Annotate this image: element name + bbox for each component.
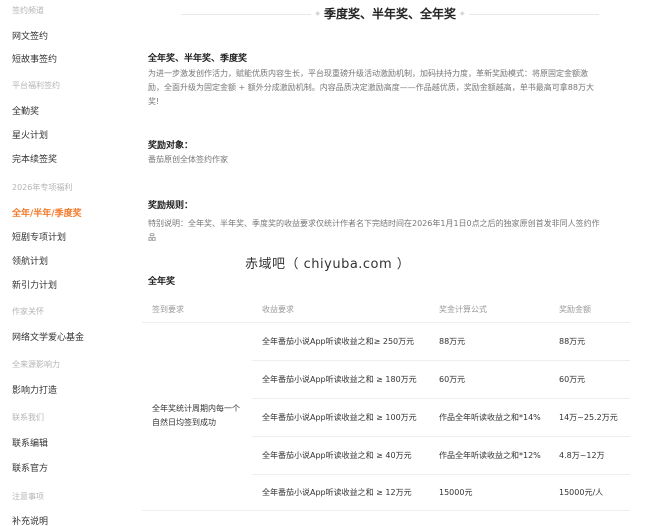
page-title: 季度奖、半年奖、全年奖 <box>323 6 456 21</box>
formula-cell: 作品全年听读收益之和*12% <box>429 436 549 475</box>
title-divider-right <box>468 13 599 15</box>
sidebar-item-pilot-plan[interactable]: 领航计划 <box>12 254 48 267</box>
revenue-requirement-cell: 全年番茄小说App听读收益之和≥ 250万元 <box>252 322 429 361</box>
sidebar-item-new-gravity-plan[interactable]: 新引力计划 <box>12 278 57 291</box>
section-description-line: 奖! <box>148 97 160 106</box>
sidebar-group-contact: 联系我们 <box>12 413 44 422</box>
section-title-rules: 奖励规则： <box>148 201 194 211</box>
page-title-bar: ◆ 季度奖、半年奖、全年奖 ◆ <box>140 0 640 26</box>
sidebar-item-annual-award[interactable]: 全年/半年/季度奖 <box>12 206 82 219</box>
section-title-target: 奖励对象： <box>148 141 194 151</box>
sidebar-item-supplementary-notes[interactable]: 补充说明 <box>12 514 48 526</box>
amount-cell: 60万元 <box>549 360 630 399</box>
sidebar-item-short-story-signing[interactable]: 短故事签约 <box>12 52 57 65</box>
revenue-requirement-cell: 全年番茄小说App听读收益之和 ≥ 180万元 <box>252 360 429 399</box>
column-header-revenue: 收益要求 <box>252 298 429 323</box>
sidebar-item-charity-fund[interactable]: 网络文学爱心基金 <box>12 330 84 343</box>
checkin-requirement-line: 全年奖统计周期内每一个 <box>152 404 240 413</box>
section-description-line: 为进一步激发创作活力，赋能优质内容生长，平台现重磅升级活动激励机制，加码扶持力度… <box>148 69 588 78</box>
sidebar: 签约频道 网文签约 短故事签约 平台福利签约 全勤奖 星火计划 完本续签奖 20… <box>0 0 120 526</box>
amount-cell: 4.8万~12万 <box>549 436 630 475</box>
formula-cell: 15000元 <box>429 474 549 511</box>
column-header-checkin: 签到要求 <box>142 298 252 323</box>
rules-note-line: 品 <box>148 233 156 242</box>
amount-cell: 88万元 <box>549 322 630 361</box>
sidebar-group-influence: 全来源影响力 <box>12 360 60 369</box>
checkin-requirement-line: 自然日均签到成功 <box>152 418 216 427</box>
title-dots-icon: ◆ <box>460 9 465 17</box>
rules-note-line: 特别说明：全年奖、半年奖、季度奖的收益要求仅统计作者名下完结时间在2026年1月… <box>148 219 600 228</box>
sidebar-item-short-drama-plan[interactable]: 短剧专项计划 <box>12 230 66 243</box>
section-title-annual: 全年奖 <box>148 277 176 287</box>
column-header-formula: 奖金计算公式 <box>429 298 549 323</box>
table-row: 全年奖统计周期内每一个 自然日均签到成功 全年番茄小说App听读收益之和≥ 25… <box>142 322 630 511</box>
column-header-amount: 奖励金额 <box>549 298 630 323</box>
section-title-awards: 全年奖、半年奖、季度奖 <box>148 54 248 64</box>
section-description-line: 励，全面升级为固定金额 + 额外分成激励机制。内容品质决定激励高度——作品越优质… <box>148 83 594 92</box>
revenue-requirement-cell: 全年番茄小说App听读收益之和 ≥ 12万元 <box>252 474 429 511</box>
sidebar-group-2026-special: 2026年专项福利 <box>12 183 73 192</box>
revenue-requirement-cell: 全年番茄小说App听读收益之和 ≥ 100万元 <box>252 398 429 437</box>
sidebar-item-attendance-award[interactable]: 全勤奖 <box>12 104 39 117</box>
title-dots-icon: ◆ <box>315 9 320 17</box>
table-header-row: 签到要求 收益要求 奖金计算公式 奖励金额 <box>142 298 630 323</box>
sidebar-group-notes: 注意事项 <box>12 492 44 501</box>
amount-cell: 14万~25.2万元 <box>549 398 630 437</box>
title-divider-left <box>181 13 312 15</box>
sidebar-group-author-care: 作家关怀 <box>12 307 44 316</box>
sidebar-group-platform-welfare: 平台福利签约 <box>12 81 60 90</box>
target-description: 番茄原创全体签约作家 <box>148 155 228 164</box>
sidebar-item-contact-editor[interactable]: 联系编辑 <box>12 436 48 449</box>
sidebar-item-contact-official[interactable]: 联系官方 <box>12 461 48 474</box>
sidebar-item-completion-award[interactable]: 完本续签奖 <box>12 152 57 165</box>
sidebar-group-signing: 签约频道 <box>12 6 44 15</box>
sidebar-item-influence-building[interactable]: 影响力打造 <box>12 383 57 396</box>
rewards-table: 签到要求 收益要求 奖金计算公式 奖励金额 全年奖统计周期内每一个 自然日均签到… <box>142 298 630 511</box>
formula-cell: 作品全年听读收益之和*14% <box>429 398 549 437</box>
formula-cell: 60万元 <box>429 360 549 399</box>
sidebar-item-spark-plan[interactable]: 星火计划 <box>12 128 48 141</box>
watermark-text: 赤域吧（ chiyuba.com ） <box>245 257 411 272</box>
revenue-requirement-cell: 全年番茄小说App听读收益之和 ≥ 40万元 <box>252 436 429 475</box>
sidebar-item-web-novel-signing[interactable]: 网文签约 <box>12 29 48 42</box>
checkin-requirement-cell: 全年奖统计周期内每一个 自然日均签到成功 <box>142 322 252 511</box>
formula-cell: 88万元 <box>429 322 549 361</box>
amount-cell: 15000元/人 <box>549 474 630 511</box>
